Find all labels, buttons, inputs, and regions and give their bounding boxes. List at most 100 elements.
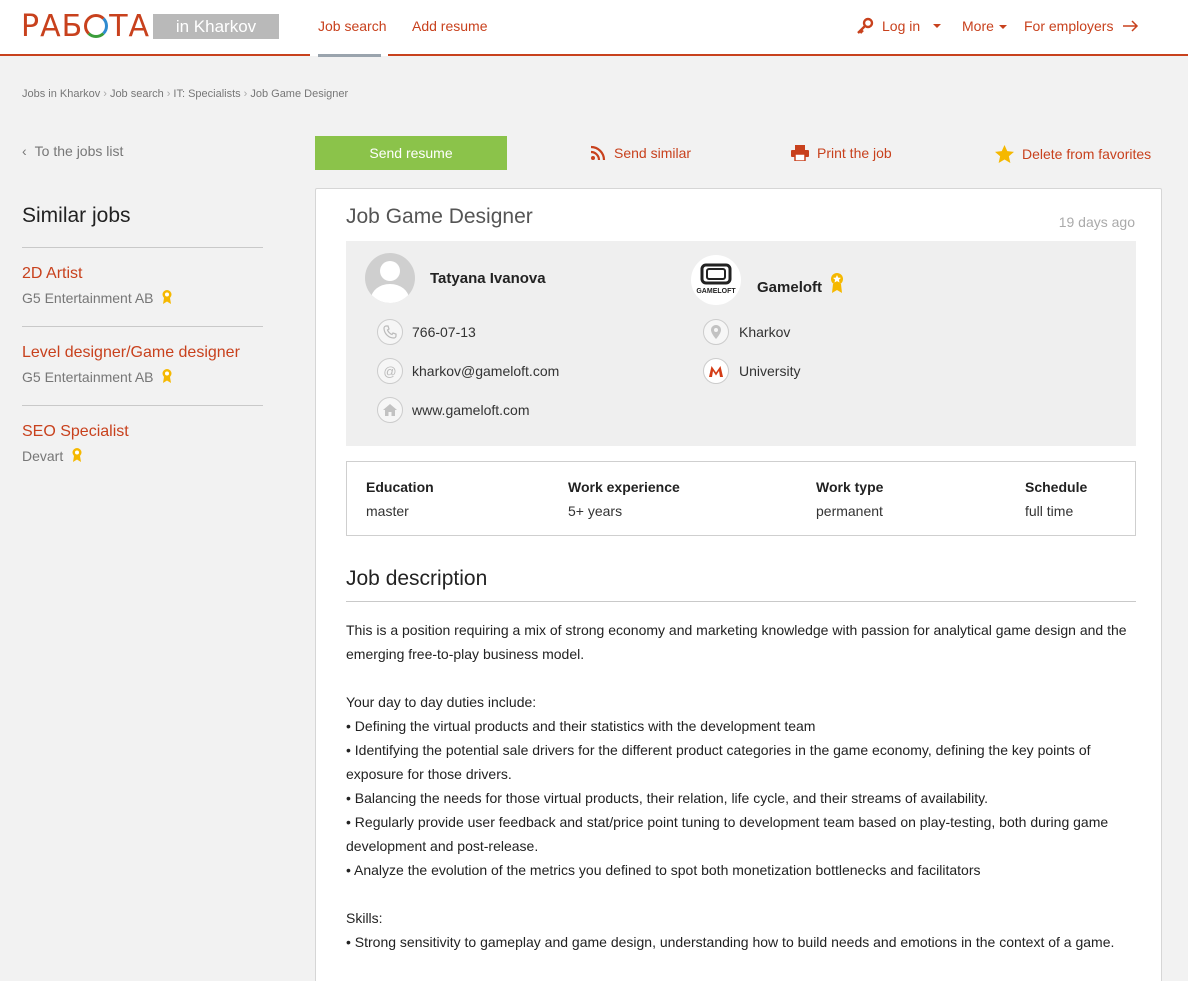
caret-down-icon bbox=[998, 25, 1007, 29]
award-icon bbox=[831, 273, 844, 293]
similar-job-company-name: G5 Entertainment AB bbox=[22, 369, 154, 385]
avatar-head bbox=[380, 261, 400, 281]
property-label-education: Education bbox=[366, 479, 434, 495]
city-selector[interactable]: in Kharkov bbox=[153, 14, 279, 39]
company-metro: University bbox=[739, 363, 801, 379]
description-intro: This is a position requiring a mix of st… bbox=[346, 622, 1127, 662]
job-card: Job Game Designer 19 days ago Tatyana Iv… bbox=[315, 188, 1162, 981]
breadcrumb-item[interactable]: Job search bbox=[110, 88, 164, 100]
duty-item: • Identifying the potential sale drivers… bbox=[346, 742, 1091, 782]
back-to-jobs-link[interactable]: ‹ To the jobs list bbox=[22, 143, 123, 159]
delete-favorites-label: Delete from favorites bbox=[1022, 146, 1152, 162]
property-value-work-type: permanent bbox=[816, 503, 883, 519]
duty-item: • Balancing the needs for those virtual … bbox=[346, 790, 988, 806]
header-divider bbox=[388, 54, 1188, 56]
award-icon bbox=[162, 290, 172, 304]
star-icon bbox=[995, 145, 1014, 163]
duty-item: • Analyze the evolution of the metrics y… bbox=[346, 862, 981, 878]
at-sign-icon: @ bbox=[377, 358, 403, 384]
award-icon bbox=[162, 369, 172, 383]
skill-item: • Strong sensitivity to gameplay and gam… bbox=[346, 934, 1115, 950]
print-job-label: Print the job bbox=[817, 145, 892, 161]
similar-job-title[interactable]: SEO Specialist bbox=[22, 423, 129, 441]
job-title: Job Game Designer bbox=[346, 205, 533, 228]
property-label-experience: Work experience bbox=[568, 479, 680, 495]
header-divider bbox=[0, 54, 310, 56]
similar-job-company: G5 Entertainment AB bbox=[22, 289, 173, 306]
breadcrumb-separator-icon: › bbox=[243, 88, 248, 100]
divider bbox=[346, 601, 1136, 602]
award-icon bbox=[72, 448, 82, 462]
contact-website[interactable]: www.gameloft.com bbox=[412, 402, 529, 418]
duty-item: • Defining the virtual products and thei… bbox=[346, 718, 816, 734]
breadcrumb-item[interactable]: IT: Specialists bbox=[173, 88, 240, 100]
job-properties: Education master Work experience 5+ year… bbox=[346, 461, 1136, 536]
active-tab-indicator bbox=[318, 54, 381, 57]
delete-favorites-link[interactable]: Delete from favorites bbox=[995, 145, 1151, 163]
contact-name: Tatyana Ivanova bbox=[430, 270, 546, 287]
property-label-schedule: Schedule bbox=[1025, 479, 1088, 495]
send-resume-button[interactable]: Send resume bbox=[315, 136, 507, 170]
company-city: Kharkov bbox=[739, 324, 791, 340]
more-menu[interactable]: More bbox=[962, 18, 1007, 34]
property-value-education: master bbox=[366, 503, 409, 519]
site-logo[interactable]: РАБ ТА bbox=[21, 9, 150, 44]
arrow-right-icon bbox=[1123, 20, 1139, 32]
metro-icon bbox=[703, 358, 729, 384]
company-name[interactable]: Gameloft bbox=[757, 272, 844, 296]
avatar bbox=[365, 253, 415, 303]
similar-job-title[interactable]: Level designer/Game designer bbox=[22, 344, 240, 362]
send-similar-link[interactable]: Send similar bbox=[590, 145, 691, 161]
for-employers-label: For employers bbox=[1024, 18, 1114, 34]
job-description: This is a position requiring a mix of st… bbox=[346, 618, 1136, 954]
breadcrumb-separator-icon: › bbox=[103, 88, 107, 100]
property-label-work-type: Work type bbox=[816, 479, 884, 495]
divider bbox=[22, 326, 263, 327]
divider bbox=[22, 405, 263, 406]
posted-date: 19 days ago bbox=[1058, 214, 1135, 230]
back-link-label: To the jobs list bbox=[34, 143, 124, 159]
breadcrumb-separator-icon: › bbox=[166, 88, 171, 100]
for-employers-link[interactable]: For employers bbox=[1024, 18, 1139, 34]
login-label: Log in bbox=[882, 18, 921, 34]
print-job-link[interactable]: Print the job bbox=[791, 145, 892, 161]
company-logo-text: GAMELOFT bbox=[696, 288, 736, 295]
home-icon bbox=[377, 397, 403, 423]
printer-icon bbox=[791, 145, 809, 161]
similar-job-company: Devart bbox=[22, 447, 83, 464]
breadcrumb-item[interactable]: Jobs in Kharkov bbox=[22, 88, 100, 100]
contact-box: Tatyana Ivanova GAMELOFT Gameloft 766-07… bbox=[346, 241, 1136, 446]
similar-job-company-name: Devart bbox=[22, 448, 64, 464]
similar-job-company: G5 Entertainment AB bbox=[22, 368, 173, 385]
phone-icon bbox=[377, 319, 403, 345]
site-header: РАБ ТА in Kharkov Job search Add resume L… bbox=[0, 0, 1188, 57]
breadcrumb-current: Job Game Designer bbox=[250, 88, 349, 100]
contact-phone[interactable]: 766-07-13 bbox=[412, 324, 476, 340]
caret-down-icon bbox=[933, 24, 942, 28]
company-logo[interactable]: GAMELOFT bbox=[691, 255, 741, 305]
login-menu[interactable]: Log in bbox=[856, 17, 942, 35]
send-similar-label: Send similar bbox=[614, 145, 692, 161]
rss-icon bbox=[590, 145, 606, 161]
key-icon bbox=[857, 17, 874, 34]
duty-item: • Regularly provide user feedback and st… bbox=[346, 814, 1109, 854]
skills-heading: Skills: bbox=[346, 910, 383, 926]
similar-job-title[interactable]: 2D Artist bbox=[22, 265, 82, 283]
property-value-experience: 5+ years bbox=[568, 503, 623, 519]
similar-jobs-heading: Similar jobs bbox=[22, 204, 131, 227]
location-pin-icon bbox=[703, 319, 729, 345]
property-value-schedule: full time bbox=[1025, 503, 1074, 519]
chevron-left-icon: ‹ bbox=[22, 143, 27, 159]
nav-job-search[interactable]: Job search bbox=[318, 18, 386, 34]
nav-add-resume[interactable]: Add resume bbox=[412, 18, 487, 34]
contact-email[interactable]: kharkov@gameloft.com bbox=[412, 363, 559, 379]
duties-heading: Your day to day duties include: bbox=[346, 694, 537, 710]
divider bbox=[22, 247, 263, 248]
similar-job-company-name: G5 Entertainment AB bbox=[22, 290, 154, 306]
avatar-body bbox=[371, 284, 409, 303]
more-label: More bbox=[962, 18, 994, 34]
gameloft-logo-icon: GAMELOFT bbox=[696, 263, 736, 295]
description-heading: Job description bbox=[346, 567, 488, 590]
